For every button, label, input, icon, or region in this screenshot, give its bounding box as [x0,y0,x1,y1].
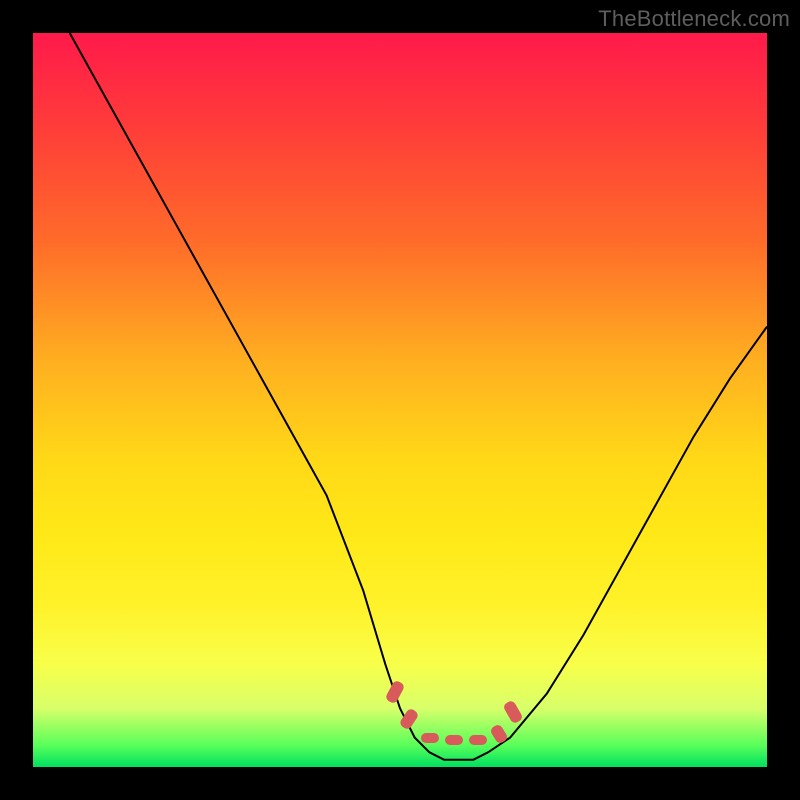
bottleneck-curve [33,33,767,767]
watermark-text: TheBottleneck.com [598,6,790,32]
plot-area [33,33,767,767]
chart-frame: TheBottleneck.com [0,0,800,800]
